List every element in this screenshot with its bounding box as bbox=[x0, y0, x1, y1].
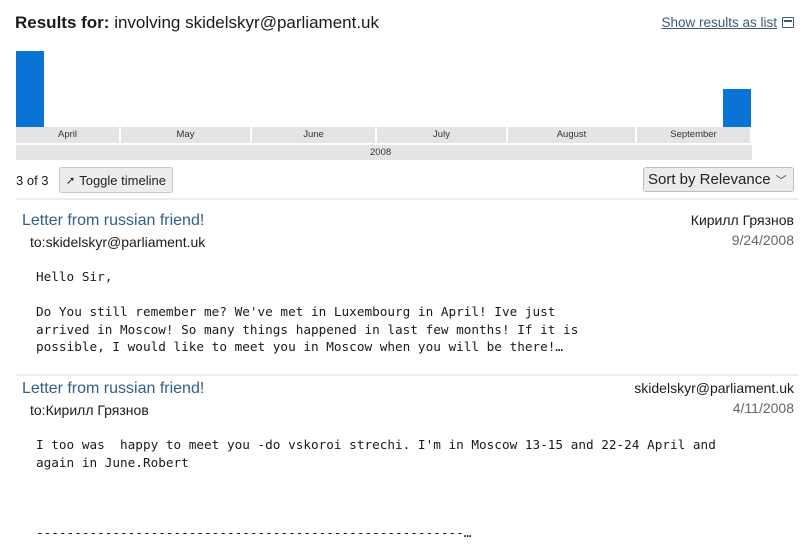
results-toolbar: 3 of 3 ➚ Toggle timeline Sort by Relevan… bbox=[0, 166, 808, 198]
sort-dropdown[interactable]: Sort by Relevance ﹀ bbox=[643, 167, 794, 192]
results-header: Results for: involving skidelskyr@parlia… bbox=[15, 13, 379, 33]
timeline-year-row: 2008 bbox=[16, 145, 752, 160]
timeline-bar-september[interactable] bbox=[723, 89, 751, 127]
timeline-month-september[interactable]: September bbox=[637, 127, 752, 143]
timeline-month-april[interactable]: April bbox=[16, 127, 121, 143]
search-query: involving skidelskyr@parliament.uk bbox=[114, 13, 380, 32]
timeline-month-may[interactable]: May bbox=[121, 127, 252, 143]
list-view-icon bbox=[782, 17, 794, 28]
show-list-label: Show results as list bbox=[661, 15, 777, 30]
result-date: 4/11/2008 bbox=[732, 400, 794, 416]
timeline[interactable]: April May June July August September 2008 bbox=[16, 46, 752, 162]
timeline-bars bbox=[16, 46, 752, 127]
chevron-down-icon: ﹀ bbox=[775, 174, 787, 187]
result-recipient: to:skidelskyr@parliament.uk bbox=[30, 234, 206, 250]
toggle-timeline-label: Toggle timeline bbox=[79, 172, 166, 188]
timeline-month-august[interactable]: August bbox=[508, 127, 637, 143]
timeline-month-june[interactable]: June bbox=[252, 127, 377, 143]
timeline-year: 2008 bbox=[370, 147, 392, 158]
result-subject-link[interactable]: Letter from russian friend! bbox=[22, 212, 204, 230]
results-label: Results for: bbox=[15, 13, 110, 32]
divider bbox=[16, 374, 798, 376]
result-body: Hello Sir, Do You still remember me? We'… bbox=[36, 269, 579, 354]
result-subject-link[interactable]: Letter from russian friend! bbox=[22, 380, 204, 398]
result-body: I too was happy to meet you -do vskoroi … bbox=[36, 437, 716, 540]
show-results-as-list-link[interactable]: Show results as list bbox=[661, 15, 794, 30]
trend-arrow-icon: ➚ bbox=[66, 174, 76, 187]
timeline-month-july[interactable]: July bbox=[377, 127, 508, 143]
timeline-months: April May June July August September bbox=[16, 127, 752, 143]
result-sender: skidelskyr@parliament.uk bbox=[634, 380, 794, 396]
sort-label: Sort by Relevance bbox=[648, 171, 771, 188]
result-count: 3 of 3 bbox=[16, 173, 49, 188]
toggle-timeline-button[interactable]: ➚ Toggle timeline bbox=[59, 167, 173, 193]
result-date: 9/24/2008 bbox=[731, 232, 794, 248]
result-recipient: to:Кирилл Грязнов bbox=[30, 402, 149, 418]
timeline-bar-april[interactable] bbox=[16, 51, 44, 127]
divider bbox=[16, 198, 798, 200]
result-sender: Кирилл Грязнов bbox=[690, 212, 794, 228]
